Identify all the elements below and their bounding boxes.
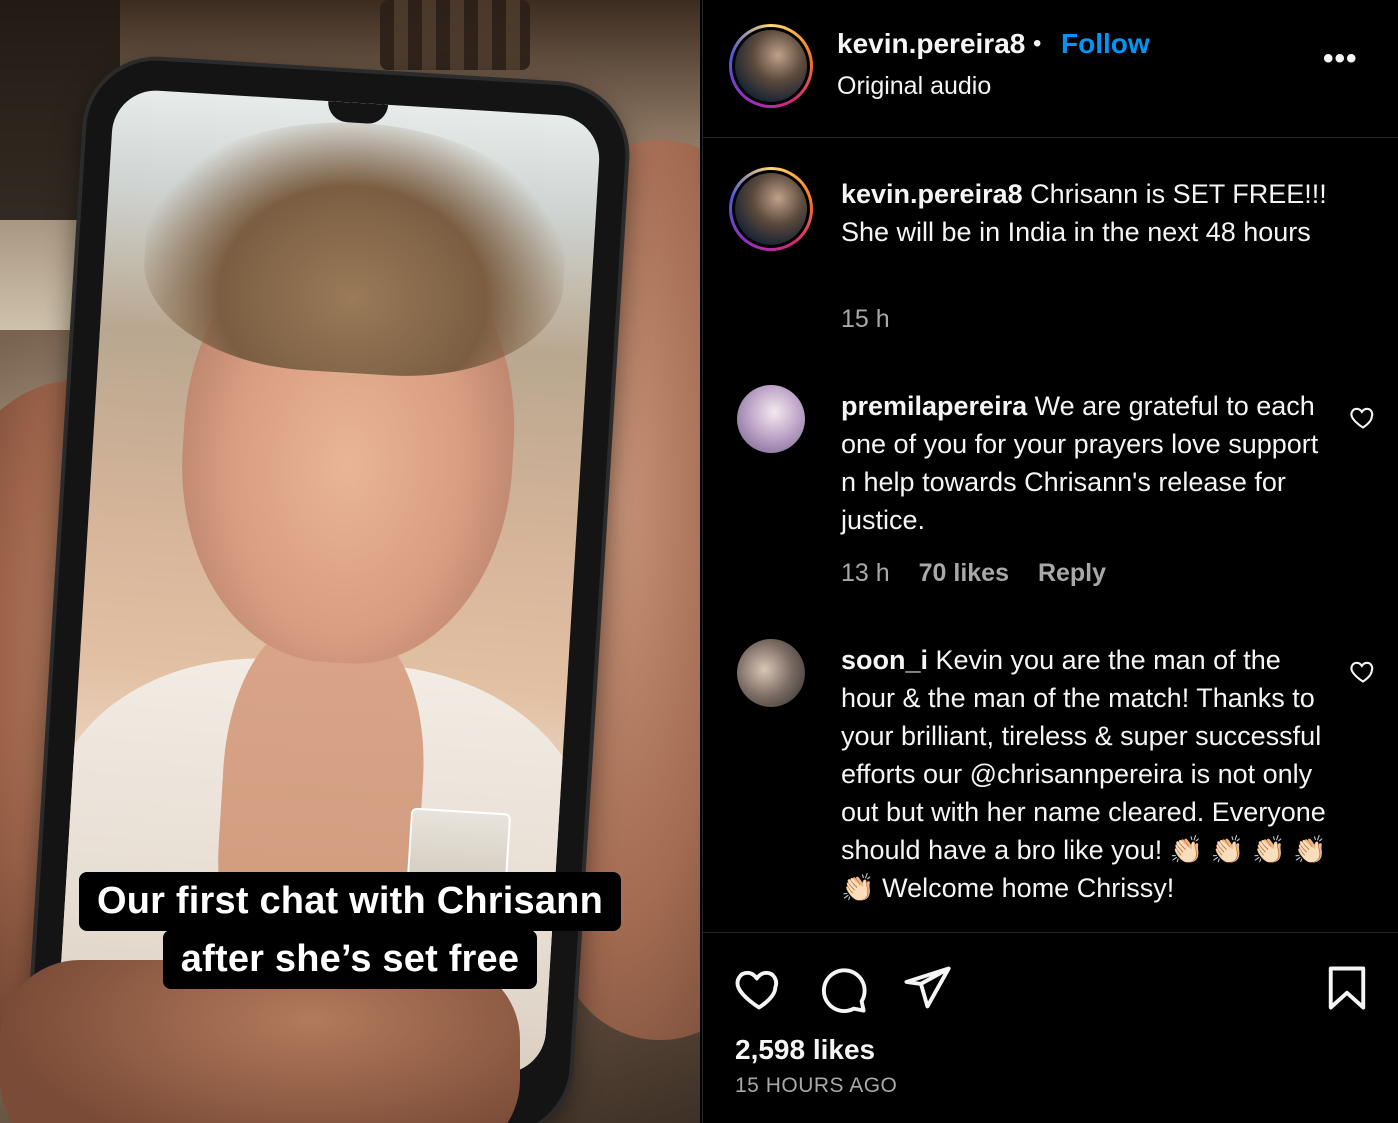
comment-meta: 13 h 70 likes Reply xyxy=(841,559,1128,588)
like-heart-icon[interactable] xyxy=(733,962,785,1014)
comment-username[interactable]: soon_i xyxy=(841,645,928,675)
caption-text: after she’s set free xyxy=(162,930,538,989)
video-caption-line-2: after she’s set free xyxy=(0,930,700,989)
more-options-icon[interactable]: ••• xyxy=(1323,42,1358,76)
comment-username[interactable]: premilapereira xyxy=(841,391,1027,421)
caption-body: kevin.pereira8 Chrisann is SET FREE!!! S… xyxy=(841,175,1331,251)
like-comment-heart-icon[interactable] xyxy=(1349,657,1377,685)
post-timestamp[interactable]: 15 HOURS AGO xyxy=(735,1074,897,1098)
comment-text: Kevin you are the man of the hour & the … xyxy=(841,645,1327,903)
reply-button[interactable]: Reply xyxy=(1038,559,1106,587)
comment-likes[interactable]: 70 likes xyxy=(919,559,1009,587)
caption-author-avatar[interactable] xyxy=(729,167,813,251)
save-bookmark-icon[interactable] xyxy=(1321,962,1373,1014)
caption-time[interactable]: 15 h xyxy=(841,305,890,333)
share-send-icon[interactable] xyxy=(901,962,953,1014)
author-username[interactable]: kevin.pereira8 xyxy=(837,28,1025,60)
comment-time[interactable]: 13 h xyxy=(841,559,890,587)
reel-video[interactable]: ||| ○ ‹ Our first chat with Chrisann aft… xyxy=(0,0,700,1123)
commenter-avatar[interactable] xyxy=(737,385,805,453)
comments-list[interactable]: kevin.pereira8 Chrisann is SET FREE!!! S… xyxy=(703,139,1398,933)
post-actions: 2,598 likes 15 HOURS AGO xyxy=(703,934,1398,1123)
comment-body: premilapereira We are grateful to each o… xyxy=(841,387,1331,539)
like-count[interactable]: 2,598 likes xyxy=(735,1034,875,1066)
avatar-image xyxy=(735,173,807,245)
phone-notch xyxy=(327,101,389,125)
follow-button[interactable]: Follow xyxy=(1061,28,1150,60)
comment-body: soon_i Kevin you are the man of the hour… xyxy=(841,641,1331,907)
caption-text: Our first chat with Chrisann xyxy=(79,872,621,931)
author-avatar[interactable] xyxy=(729,24,813,108)
background-chair xyxy=(380,0,530,70)
like-comment-heart-icon[interactable] xyxy=(1349,403,1377,431)
commenter-avatar[interactable] xyxy=(737,639,805,707)
post-panel: kevin.pereira8 • Follow Original audio •… xyxy=(702,0,1398,1123)
post-header: kevin.pereira8 • Follow Original audio •… xyxy=(703,0,1398,138)
audio-link[interactable]: Original audio xyxy=(837,72,991,101)
caption-meta: 15 h xyxy=(841,305,912,334)
comment-bubble-icon[interactable] xyxy=(817,964,869,1016)
avatar-image xyxy=(735,30,807,102)
separator-dot: • xyxy=(1033,30,1042,57)
video-caption-line-1: Our first chat with Chrisann xyxy=(0,872,700,931)
caption-username[interactable]: kevin.pereira8 xyxy=(841,179,1023,209)
